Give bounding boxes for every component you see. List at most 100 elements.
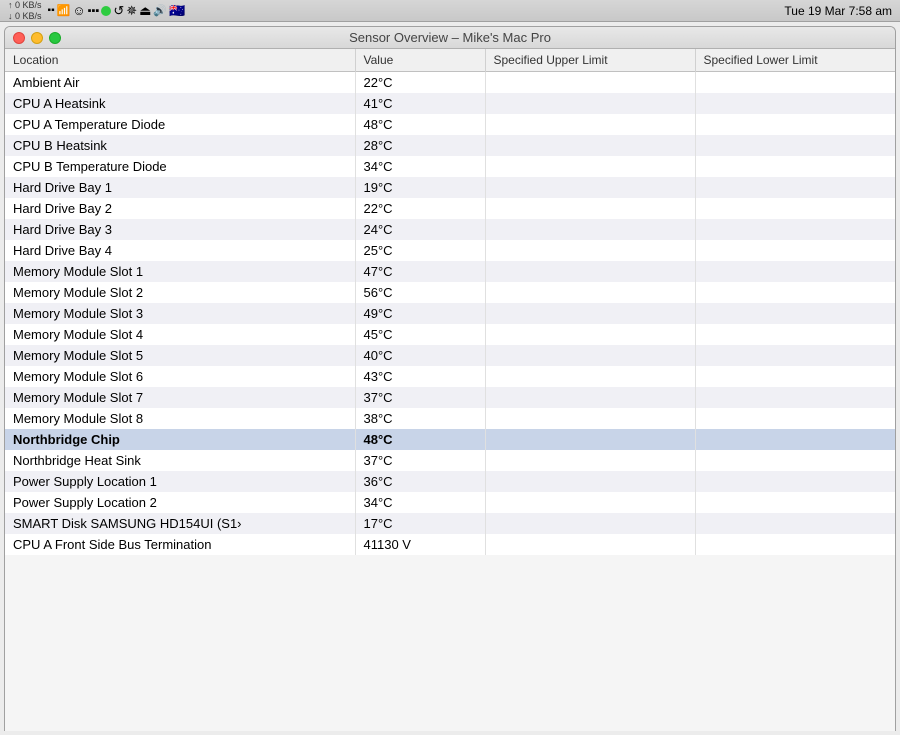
table-row[interactable]: Memory Module Slot 540°C: [5, 345, 895, 366]
table-row[interactable]: Northbridge Heat Sink37°C: [5, 450, 895, 471]
cell-location: Memory Module Slot 8: [5, 408, 355, 429]
net-stats: ↑ 0 KB/s ↓ 0 KB/s: [8, 0, 42, 21]
window-title: Sensor Overview – Mike's Mac Pro: [349, 30, 551, 45]
cell-location: Hard Drive Bay 1: [5, 177, 355, 198]
table-container[interactable]: Location Value Specified Upper Limit Spe…: [5, 49, 895, 731]
cell-lower: [695, 282, 895, 303]
flag-icon: 🇦🇺: [169, 3, 185, 19]
menubar-right: Tue 19 Mar 7:58 am: [784, 4, 892, 18]
cell-location: SMART Disk SAMSUNG HD154UI (S1›: [5, 513, 355, 534]
table-row[interactable]: CPU A Front Side Bus Termination41130 V: [5, 534, 895, 555]
cell-lower: [695, 534, 895, 555]
cell-value: 45°C: [355, 324, 485, 345]
cell-value: 22°C: [355, 198, 485, 219]
cell-value: 41130 V: [355, 534, 485, 555]
table-row[interactable]: Memory Module Slot 737°C: [5, 387, 895, 408]
table-row[interactable]: Hard Drive Bay 222°C: [5, 198, 895, 219]
cell-location: CPU A Heatsink: [5, 93, 355, 114]
table-row[interactable]: Northbridge Chip48°C: [5, 429, 895, 450]
cell-upper: [485, 345, 695, 366]
table-row[interactable]: Ambient Air22°C: [5, 72, 895, 94]
cell-lower: [695, 429, 895, 450]
cell-upper: [485, 72, 695, 94]
maximize-button[interactable]: [49, 32, 61, 44]
cell-upper: [485, 219, 695, 240]
cell-lower: [695, 471, 895, 492]
smiley-icon: ☺: [72, 3, 85, 18]
cell-lower: [695, 261, 895, 282]
cell-value: 36°C: [355, 471, 485, 492]
cell-lower: [695, 198, 895, 219]
cell-upper: [485, 282, 695, 303]
cell-upper: [485, 492, 695, 513]
table-row[interactable]: CPU A Temperature Diode48°C: [5, 114, 895, 135]
close-button[interactable]: [13, 32, 25, 44]
cell-value: 56°C: [355, 282, 485, 303]
cell-upper: [485, 177, 695, 198]
cell-lower: [695, 492, 895, 513]
cell-upper: [485, 429, 695, 450]
cell-value: 28°C: [355, 135, 485, 156]
cell-location: CPU A Temperature Diode: [5, 114, 355, 135]
cell-lower: [695, 135, 895, 156]
cell-lower: [695, 450, 895, 471]
cell-lower: [695, 387, 895, 408]
cell-value: 37°C: [355, 387, 485, 408]
cell-location: Power Supply Location 2: [5, 492, 355, 513]
table-header-row: Location Value Specified Upper Limit Spe…: [5, 49, 895, 72]
cell-location: Memory Module Slot 4: [5, 324, 355, 345]
cell-upper: [485, 471, 695, 492]
header-value: Value: [355, 49, 485, 72]
cell-upper: [485, 93, 695, 114]
menubar-left: ↑ 0 KB/s ↓ 0 KB/s ▪▪ 📶 ☺ ▪▪▪ ↺ ✵ ⏏ 🔊 🇦🇺: [8, 0, 185, 21]
table-row[interactable]: Memory Module Slot 147°C: [5, 261, 895, 282]
cell-value: 37°C: [355, 450, 485, 471]
cell-lower: [695, 72, 895, 94]
cell-value: 47°C: [355, 261, 485, 282]
header-lower: Specified Lower Limit: [695, 49, 895, 72]
table-row[interactable]: CPU B Heatsink28°C: [5, 135, 895, 156]
table-row[interactable]: Power Supply Location 136°C: [5, 471, 895, 492]
cpu-monitor-icon: ▪▪: [48, 5, 55, 16]
green-dot-icon: [101, 6, 111, 16]
table-row[interactable]: Memory Module Slot 445°C: [5, 324, 895, 345]
table-row[interactable]: Power Supply Location 234°C: [5, 492, 895, 513]
table-row[interactable]: Memory Module Slot 256°C: [5, 282, 895, 303]
battery-icon: ▪▪▪: [88, 5, 100, 17]
table-row[interactable]: Hard Drive Bay 119°C: [5, 177, 895, 198]
cell-location: Northbridge Chip: [5, 429, 355, 450]
eject-icon: ⏏: [139, 3, 151, 19]
cell-lower: [695, 219, 895, 240]
cell-lower: [695, 114, 895, 135]
table-row[interactable]: CPU B Temperature Diode34°C: [5, 156, 895, 177]
menu-icons: ▪▪ 📶 ☺ ▪▪▪ ↺ ✵ ⏏ 🔊 🇦🇺: [48, 3, 186, 19]
cell-upper: [485, 534, 695, 555]
cell-location: Memory Module Slot 7: [5, 387, 355, 408]
cell-lower: [695, 345, 895, 366]
cell-location: Memory Module Slot 2: [5, 282, 355, 303]
cell-value: 49°C: [355, 303, 485, 324]
table-row[interactable]: Memory Module Slot 643°C: [5, 366, 895, 387]
traffic-lights: [13, 32, 61, 44]
cell-upper: [485, 198, 695, 219]
cell-location: Hard Drive Bay 4: [5, 240, 355, 261]
cell-location: CPU B Temperature Diode: [5, 156, 355, 177]
table-row[interactable]: CPU A Heatsink41°C: [5, 93, 895, 114]
table-row[interactable]: Hard Drive Bay 425°C: [5, 240, 895, 261]
table-row[interactable]: Memory Module Slot 838°C: [5, 408, 895, 429]
minimize-button[interactable]: [31, 32, 43, 44]
cell-upper: [485, 114, 695, 135]
sensor-overview-window: Sensor Overview – Mike's Mac Pro Locatio…: [4, 26, 896, 731]
net-up: 0 KB/s: [15, 0, 42, 10]
cell-lower: [695, 303, 895, 324]
table-row[interactable]: Hard Drive Bay 324°C: [5, 219, 895, 240]
menubar: ↑ 0 KB/s ↓ 0 KB/s ▪▪ 📶 ☺ ▪▪▪ ↺ ✵ ⏏ 🔊 🇦🇺 …: [0, 0, 900, 22]
cell-upper: [485, 135, 695, 156]
cell-value: 34°C: [355, 492, 485, 513]
table-row[interactable]: Memory Module Slot 349°C: [5, 303, 895, 324]
cell-upper: [485, 240, 695, 261]
cell-location: Hard Drive Bay 2: [5, 198, 355, 219]
cell-value: 19°C: [355, 177, 485, 198]
cell-lower: [695, 93, 895, 114]
table-row[interactable]: SMART Disk SAMSUNG HD154UI (S1›17°C: [5, 513, 895, 534]
